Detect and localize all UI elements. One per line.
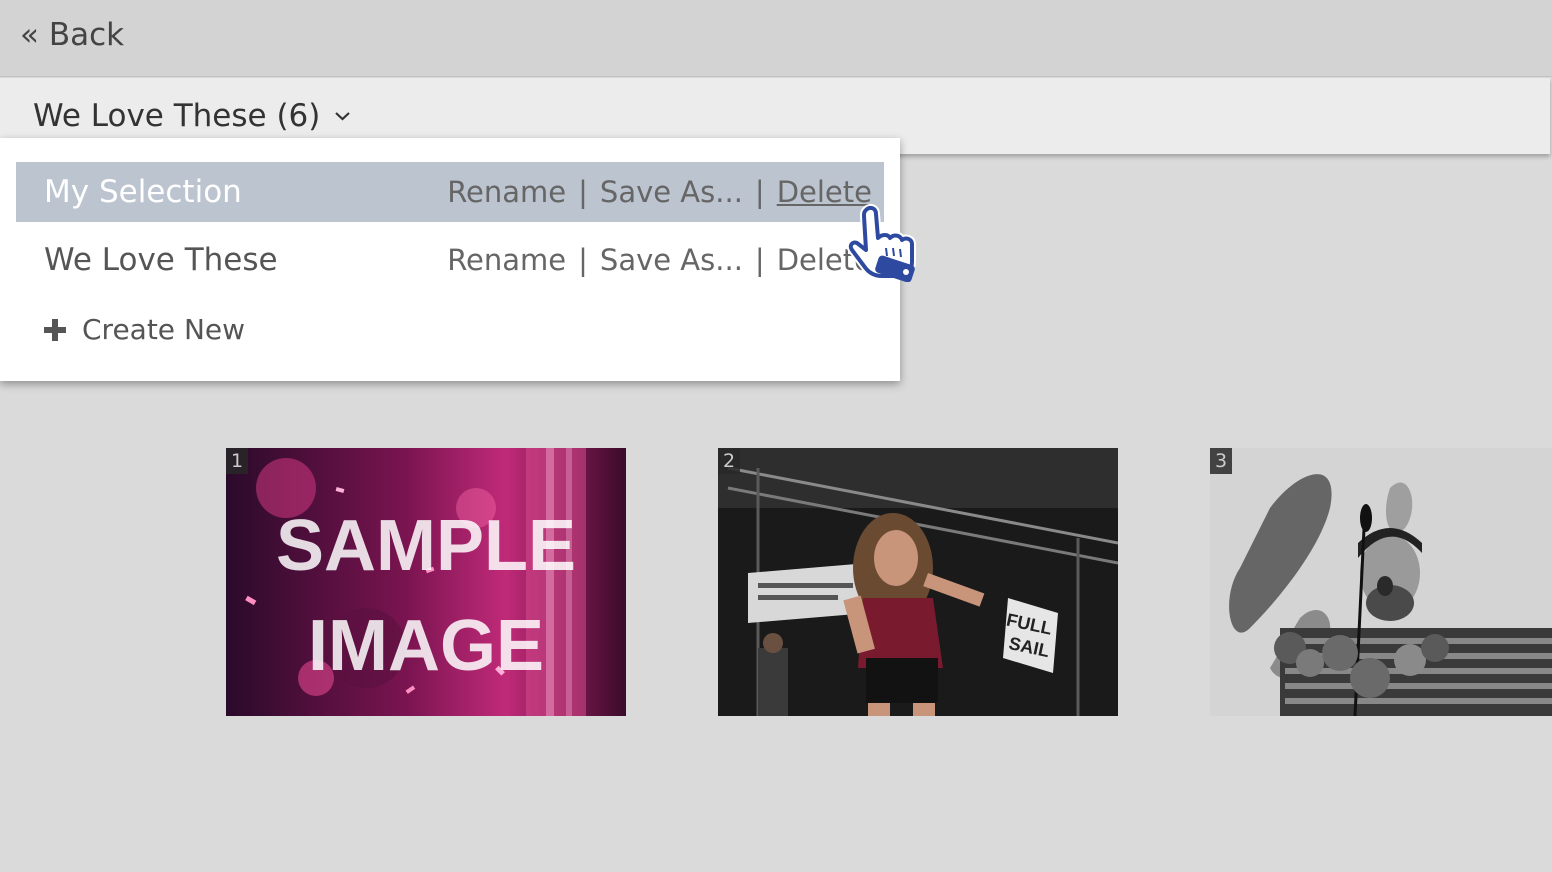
rename-link[interactable]: Rename [447, 243, 566, 277]
separator: | [578, 175, 588, 209]
selection-dropdown-menu: My Selection Rename | Save As... | Delet… [0, 138, 900, 381]
thumbnail-index: 2 [718, 448, 740, 474]
plus-icon [44, 318, 66, 341]
dropdown-item-actions: Rename | Save As... | Delete [447, 175, 872, 209]
thumbnail-2[interactable]: FULL SAIL 2 [718, 448, 1118, 716]
sample-watermark-line1: SAMPLE [276, 506, 576, 586]
thumbnail-image: SAMPLE IMAGE [226, 448, 626, 716]
hand-pointer-cursor-icon [846, 204, 916, 282]
top-bar: « Back [0, 0, 1552, 77]
dropdown-item-actions: Rename | Save As... | Delete [447, 243, 872, 277]
thumbnail-index: 3 [1210, 448, 1232, 474]
save-as-link[interactable]: Save As... [600, 175, 743, 209]
selection-dropdown-toggle[interactable]: We Love These (6) [33, 98, 351, 134]
thumbnail-1[interactable]: SAMPLE IMAGE 1 [226, 448, 626, 716]
dropdown-item-we-love-these[interactable]: We Love These Rename | Save As... | Dele… [16, 230, 884, 290]
dropdown-item-my-selection[interactable]: My Selection Rename | Save As... | Delet… [16, 162, 884, 222]
separator: | [578, 243, 588, 277]
thumbnail-image [1210, 448, 1552, 716]
dropdown-item-label: My Selection [44, 174, 242, 210]
back-link[interactable]: « Back [20, 17, 124, 53]
chevron-down-icon [335, 112, 351, 121]
dropdown-item-label: We Love These [44, 242, 278, 278]
separator: | [754, 175, 765, 209]
thumbnail-3[interactable]: 3 [1210, 448, 1552, 716]
thumbnail-image: FULL SAIL [718, 448, 1118, 716]
create-new-label: Create New [82, 313, 246, 346]
rename-link[interactable]: Rename [447, 175, 566, 209]
thumbnail-index: 1 [226, 448, 248, 474]
separator: | [754, 243, 765, 277]
create-new-button[interactable]: Create New [44, 313, 245, 346]
selection-title: We Love These (6) [33, 98, 321, 134]
sample-watermark-line2: IMAGE [308, 606, 544, 686]
save-as-link[interactable]: Save As... [600, 243, 743, 277]
